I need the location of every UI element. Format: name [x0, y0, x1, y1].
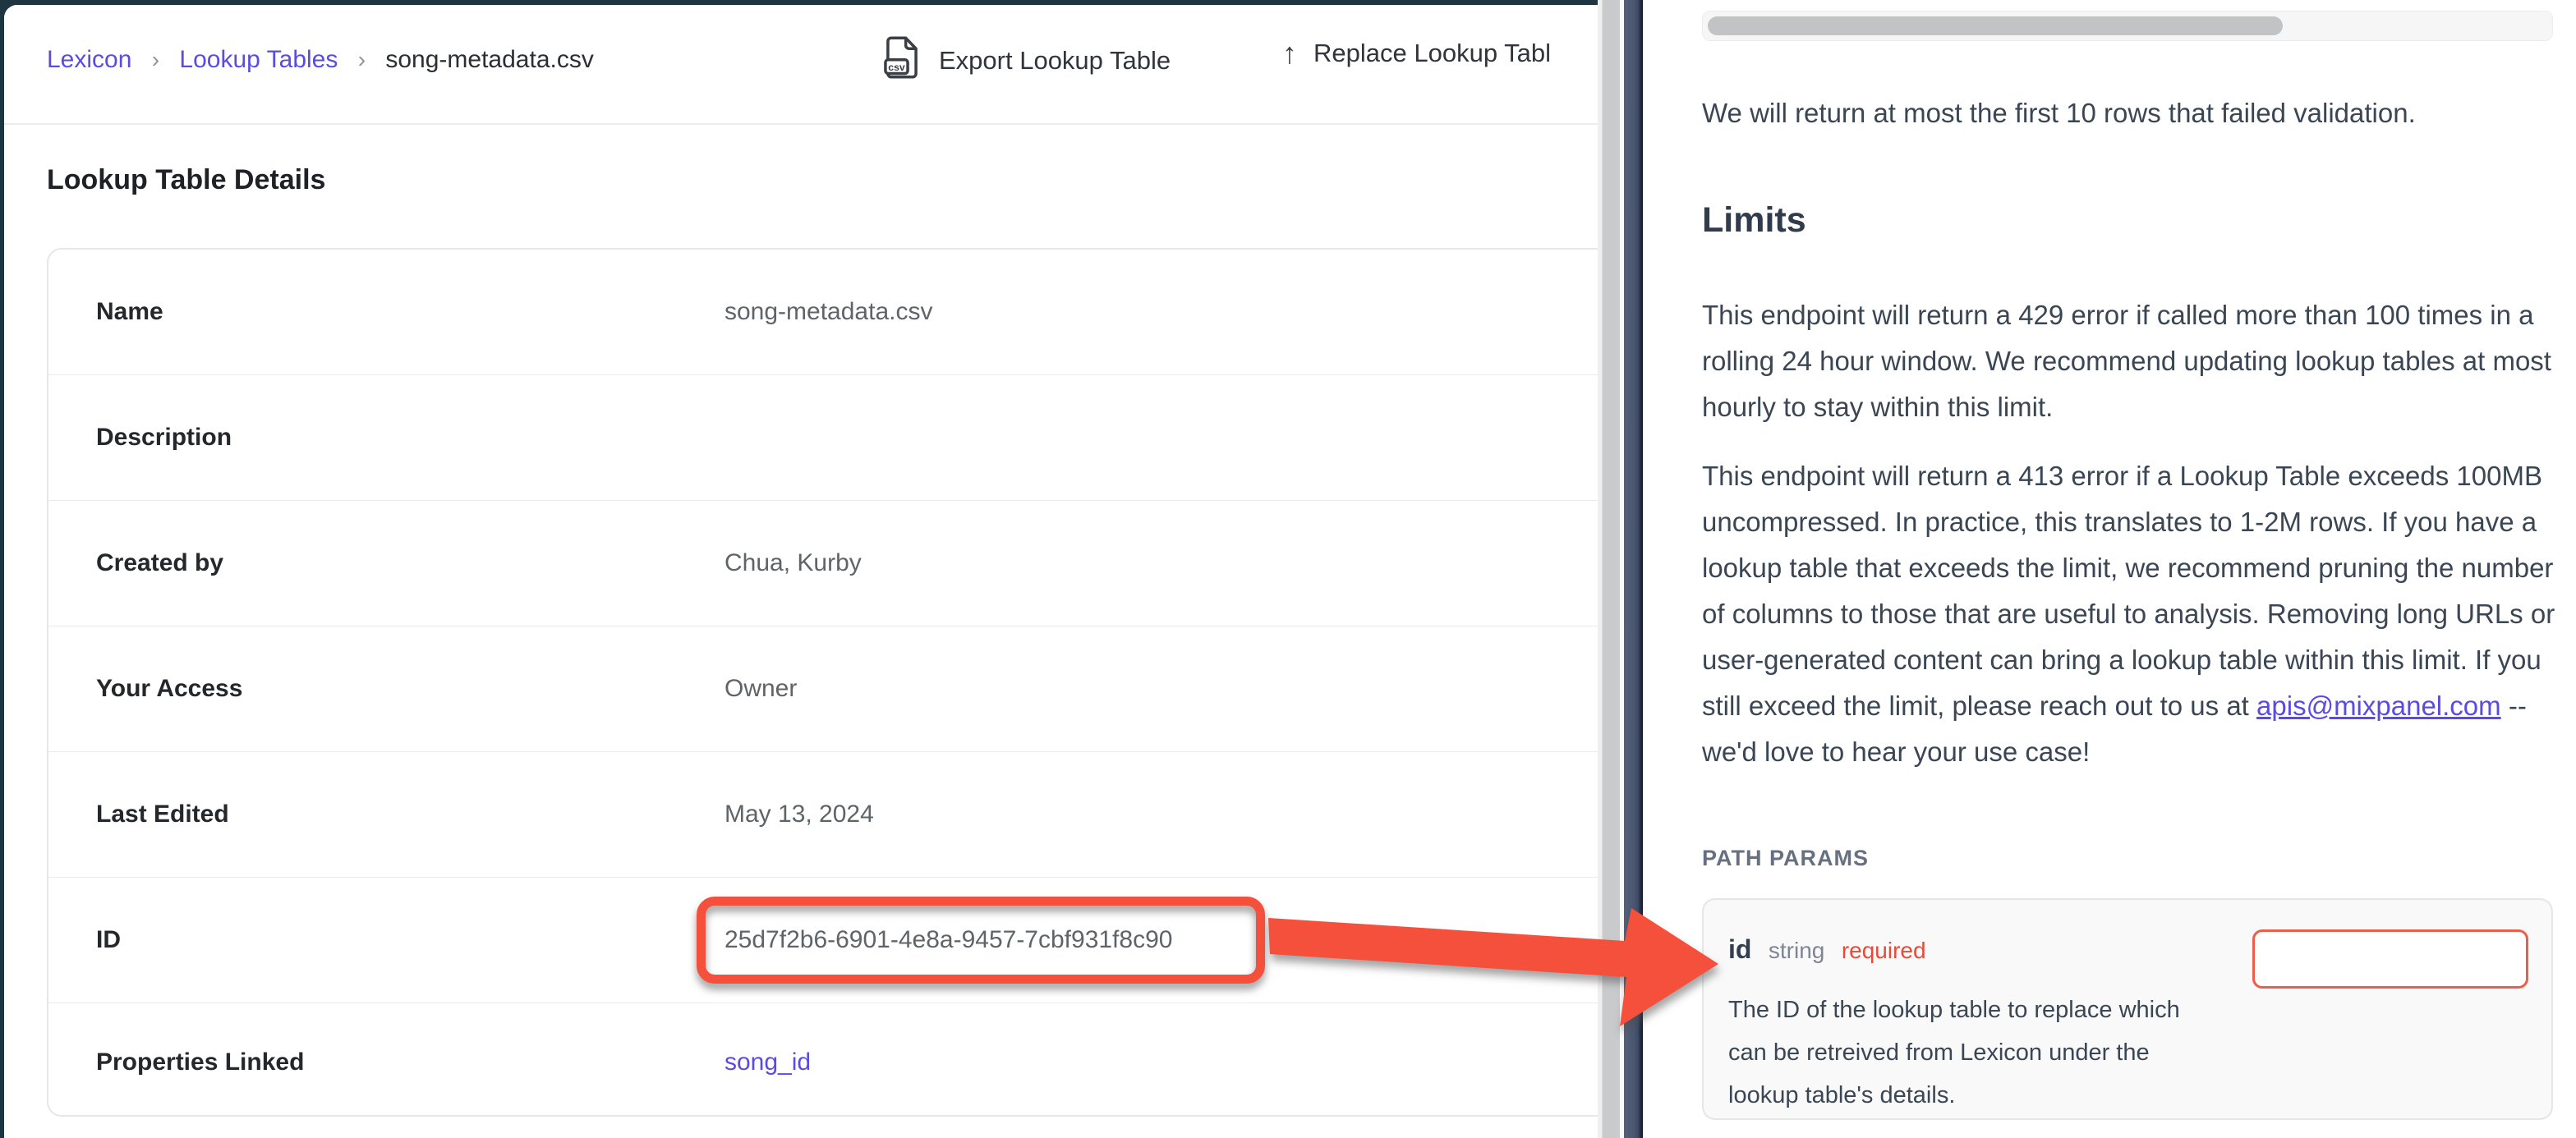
breadcrumb-current-file: song-metadata.csv	[385, 46, 593, 73]
detail-label: Created by	[96, 549, 223, 577]
breadcrumb-link-lexicon[interactable]: Lexicon	[47, 46, 131, 73]
path-params-section-label: PATH PARAMS	[1702, 846, 1869, 871]
detail-label: Description	[96, 424, 232, 452]
detail-value: May 13, 2024	[724, 801, 874, 828]
detail-row-properties-linked: Properties Linked song_id	[48, 1003, 1598, 1122]
detail-row-created-by: Created by Chua, Kurby	[48, 500, 1598, 626]
page-title: Lookup Table Details	[47, 164, 325, 196]
breadcrumb-link-lookup-tables[interactable]: Lookup Tables	[179, 46, 338, 73]
csv-file-icon: csv	[883, 36, 921, 85]
detail-label: Properties Linked	[96, 1049, 304, 1076]
breadcrumb: Lexicon › Lookup Tables › song-metadata.…	[47, 46, 594, 74]
detail-value: song-metadata.csv	[724, 298, 932, 326]
export-lookup-table-button[interactable]: csv Export Lookup Table	[883, 36, 1171, 85]
param-required-badge: required	[1842, 938, 1926, 963]
lookup-table-id-value: 25d7f2b6-6901-4e8a-9457-7cbf931f8c90	[724, 926, 1172, 954]
limits-paragraph-text: This endpoint will return a 413 error if…	[1702, 461, 2555, 721]
detail-label: ID	[96, 926, 121, 954]
id-param-input[interactable]	[2252, 929, 2528, 989]
detail-value: Chua, Kurby	[724, 549, 862, 577]
breadcrumb-separator: ›	[358, 47, 366, 72]
detail-row-your-access: Your Access Owner	[48, 626, 1598, 751]
lexicon-window: Lexicon › Lookup Tables › song-metadata.…	[4, 5, 1598, 1138]
limits-paragraph-413: This endpoint will return a 413 error if…	[1702, 453, 2560, 775]
param-name-row: id string required	[1728, 934, 1926, 965]
param-name: id	[1728, 934, 1751, 964]
docs-window: We will return at most the first 10 rows…	[1643, 0, 2576, 1138]
horizontal-scrollbar-thumb[interactable]	[1708, 16, 2283, 35]
validation-note-paragraph: We will return at most the first 10 rows…	[1702, 90, 2556, 136]
detail-row-description: Description	[48, 374, 1598, 500]
detail-value: Owner	[724, 675, 797, 703]
replace-button-label: Replace Lookup Tabl	[1313, 39, 1551, 68]
detail-label: Your Access	[96, 675, 242, 703]
svg-text:csv: csv	[888, 62, 905, 73]
support-email-link[interactable]: apis@mixpanel.com	[2256, 691, 2501, 721]
lexicon-header: Lexicon › Lookup Tables › song-metadata.…	[4, 5, 1598, 125]
limits-heading: Limits	[1702, 200, 1806, 241]
detail-label: Name	[96, 298, 163, 326]
breadcrumb-separator: ›	[152, 47, 159, 72]
screenshot-root: Lexicon › Lookup Tables › song-metadata.…	[0, 0, 2576, 1138]
param-type: string	[1769, 938, 1824, 963]
detail-label: Last Edited	[96, 801, 229, 828]
horizontal-scrollbar-track[interactable]	[1702, 11, 2553, 41]
replace-lookup-table-button[interactable]: ↑ Replace Lookup Tabl	[1282, 36, 1551, 71]
limits-paragraph-429: This endpoint will return a 429 error if…	[1702, 292, 2556, 430]
detail-row-last-edited: Last Edited May 13, 2024	[48, 751, 1598, 877]
linked-property-link[interactable]: song_id	[724, 1049, 811, 1076]
path-param-card: id string required The ID of the lookup …	[1702, 898, 2553, 1120]
param-description: The ID of the lookup table to replace wh…	[1728, 989, 2205, 1117]
window-divider-bar	[1624, 0, 1643, 1138]
lookup-table-details-card: Name song-metadata.csv Description Creat…	[47, 248, 1598, 1117]
detail-row-id: ID 25d7f2b6-6901-4e8a-9457-7cbf931f8c90	[48, 877, 1598, 1003]
detail-row-name: Name song-metadata.csv	[48, 250, 1598, 374]
left-window-vertical-scrollbar[interactable]	[1602, 0, 1621, 1138]
export-button-label: Export Lookup Table	[939, 46, 1171, 76]
upload-arrow-icon: ↑	[1282, 36, 1297, 71]
